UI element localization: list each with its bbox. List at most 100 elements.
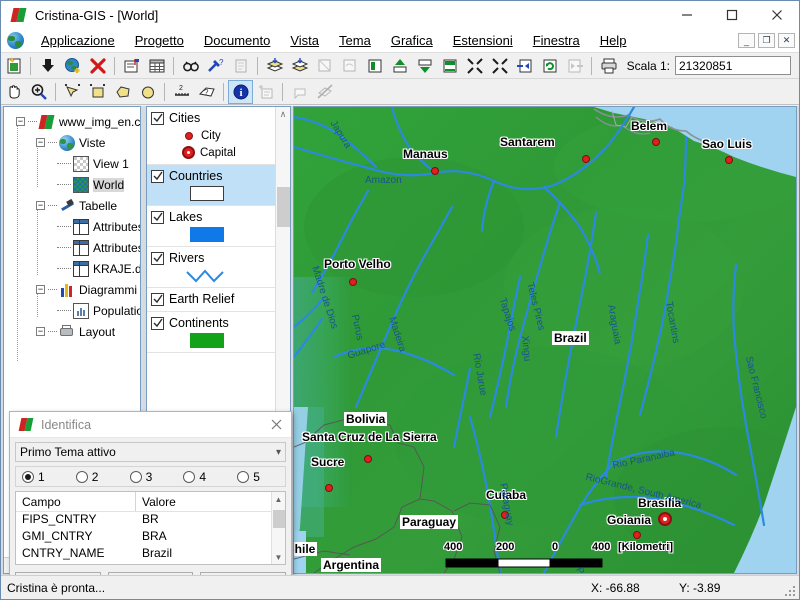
identify-icon[interactable]: i — [228, 79, 253, 104]
scroll-up-icon[interactable]: ∧ — [276, 107, 290, 122]
align-fill-icon[interactable] — [437, 54, 462, 78]
layer-checkbox[interactable] — [151, 292, 164, 306]
tree-node-population[interactable]: Populatio — [8, 300, 140, 321]
print-icon[interactable] — [596, 54, 621, 78]
tree-node-attributes-1[interactable]: Attributes — [8, 216, 140, 237]
scroll-thumb[interactable] — [273, 510, 285, 528]
layer-down-icon[interactable] — [287, 54, 312, 78]
menu-tema[interactable]: Tema — [329, 31, 381, 50]
legend-layer-lakes[interactable]: Lakes — [147, 206, 275, 247]
layer-checkbox[interactable] — [151, 210, 164, 224]
layer-checkbox[interactable] — [151, 316, 164, 330]
select-rect-icon[interactable] — [85, 80, 110, 104]
mdi-restore-icon[interactable]: ❐ — [758, 33, 775, 48]
callout-icon[interactable] — [287, 80, 312, 104]
scroll-up-icon[interactable]: ▲ — [272, 492, 285, 506]
zoom-to-selected-icon[interactable] — [462, 54, 487, 78]
city-dot[interactable] — [582, 155, 590, 163]
menu-applicazione[interactable]: Applicazione — [31, 31, 125, 50]
select-feature-icon[interactable] — [60, 80, 85, 104]
radio-1[interactable]: 1 — [16, 470, 70, 484]
zoom-previous-icon[interactable] — [512, 54, 537, 78]
radio-4[interactable]: 4 — [177, 470, 231, 484]
city-dot[interactable] — [349, 278, 357, 286]
legend-layer-countries[interactable]: Countries — [147, 165, 275, 206]
tree-node-view1[interactable]: View 1 — [8, 153, 140, 174]
menu-vista[interactable]: Vista — [280, 31, 329, 50]
mdi-close-icon[interactable]: ✕ — [778, 33, 795, 48]
city-dot[interactable] — [652, 138, 660, 146]
legend-layer-earth-relief[interactable]: Earth Relief — [147, 288, 275, 312]
tree-node-attributes-2[interactable]: Attributes — [8, 237, 140, 258]
menu-documento[interactable]: Documento — [194, 31, 280, 50]
radio-icon[interactable] — [237, 470, 250, 483]
tree-node-layout[interactable]: − Layout — [8, 321, 140, 342]
pan-hand-icon[interactable] — [1, 80, 26, 104]
tree-node-diagrammi[interactable]: − Diagrammi — [8, 279, 140, 300]
chevron-down-icon[interactable]: ▾ — [276, 447, 281, 458]
tree-node-tabelle[interactable]: − Tabelle — [8, 195, 140, 216]
legend-layer-rivers[interactable]: Rivers — [147, 247, 275, 288]
theme-select[interactable]: Primo Tema attivo ▾ — [15, 442, 286, 462]
close-icon[interactable] — [261, 412, 291, 437]
tree-node-project[interactable]: − www_img_en.cri — [8, 111, 140, 132]
radio-icon[interactable] — [129, 470, 142, 483]
city-dot[interactable] — [431, 167, 439, 175]
open-table-icon[interactable] — [144, 54, 169, 78]
select-circle-icon[interactable] — [135, 80, 160, 104]
menu-progetto[interactable]: Progetto — [125, 31, 194, 50]
label-icon[interactable] — [253, 80, 278, 104]
clip-icon[interactable] — [312, 54, 337, 78]
tree-node-viste[interactable]: − Viste — [8, 132, 140, 153]
add-theme-icon[interactable] — [35, 54, 60, 78]
radio-icon[interactable] — [75, 470, 88, 483]
query-builder-icon[interactable]: ? — [203, 54, 228, 78]
grid-scrollbar[interactable]: ▲ ▼ — [271, 492, 285, 564]
radio-icon[interactable] — [22, 470, 34, 483]
city-dot[interactable] — [633, 531, 641, 539]
layer-checkbox[interactable] — [151, 169, 164, 183]
table-row[interactable]: FIPS_CNTRY BR — [16, 512, 285, 529]
radio-5[interactable]: 5 — [231, 470, 285, 484]
expander-icon[interactable]: − — [36, 285, 45, 294]
layer-up-icon[interactable] — [262, 54, 287, 78]
measure-icon[interactable]: 2 — [169, 80, 194, 104]
find-icon[interactable] — [178, 54, 203, 78]
select-polygon-icon[interactable] — [110, 80, 135, 104]
expander-icon[interactable]: − — [36, 138, 45, 147]
layer-checkbox[interactable] — [151, 251, 164, 265]
city-dot[interactable] — [364, 455, 372, 463]
expander-icon[interactable]: − — [36, 327, 45, 336]
table-row[interactable]: CNTRY_NAME Brazil — [16, 546, 285, 563]
maximize-icon[interactable] — [709, 1, 754, 29]
radio-2[interactable]: 2 — [70, 470, 124, 484]
city-dot[interactable] — [725, 156, 733, 164]
scroll-down-icon[interactable]: ▼ — [272, 550, 285, 564]
zoom-in-icon[interactable] — [26, 80, 51, 104]
menu-estensioni[interactable]: Estensioni — [443, 31, 523, 50]
city-dot[interactable] — [325, 484, 333, 492]
align-up-icon[interactable] — [387, 54, 412, 78]
layer-checkbox[interactable] — [151, 111, 164, 125]
scroll-thumb[interactable] — [277, 187, 290, 227]
zoom-out-full-icon[interactable] — [487, 54, 512, 78]
align-left-icon[interactable] — [362, 54, 387, 78]
clear-selection-icon[interactable] — [312, 80, 337, 104]
menu-grafica[interactable]: Grafica — [381, 31, 443, 50]
delete-theme-icon[interactable] — [85, 54, 110, 78]
scale-input[interactable] — [675, 56, 791, 75]
capital-dot[interactable] — [658, 512, 672, 526]
legend-layer-cities[interactable]: Cities City Capital — [147, 107, 275, 165]
zoom-next-icon[interactable] — [562, 54, 587, 78]
radio-3[interactable]: 3 — [124, 470, 178, 484]
clip-alt-icon[interactable] — [337, 54, 362, 78]
resize-grip-icon[interactable] — [784, 585, 796, 597]
tree-node-world[interactable]: World — [8, 174, 140, 195]
mdi-minimize-icon[interactable]: _ — [738, 33, 755, 48]
tree-node-kraje[interactable]: KRAJE.dbf — [8, 258, 140, 279]
align-down-icon[interactable] — [412, 54, 437, 78]
close-icon[interactable] — [754, 1, 799, 29]
menu-finestra[interactable]: Finestra — [523, 31, 590, 50]
map-view[interactable]: Brazil Bolivia Paraguay Argentina Chile … — [293, 106, 797, 574]
add-view-icon[interactable] — [60, 54, 85, 78]
